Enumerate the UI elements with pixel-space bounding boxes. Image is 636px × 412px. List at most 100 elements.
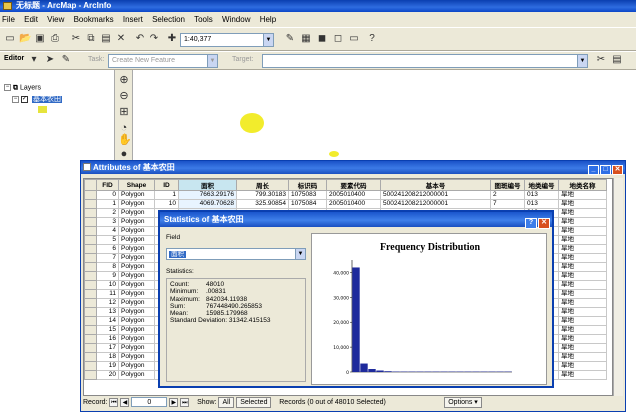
- table-cell[interactable]: 旱地: [558, 307, 607, 317]
- table-cell[interactable]: Polygon: [118, 226, 155, 236]
- table-cell[interactable]: 旱地: [558, 280, 607, 290]
- menu-insert[interactable]: Insert: [123, 15, 143, 24]
- table-cell[interactable]: 9: [96, 271, 119, 281]
- table-cell[interactable]: 旱地: [558, 361, 607, 371]
- close-button[interactable]: ✕: [538, 218, 550, 229]
- chevron-down-icon[interactable]: ▼: [263, 34, 273, 46]
- globe-icon[interactable]: ●: [118, 148, 130, 160]
- toc-layers-row[interactable]: − ⧉ Layers: [4, 84, 41, 92]
- table-cell[interactable]: Polygon: [118, 262, 155, 272]
- column-header[interactable]: 要素代码: [326, 179, 381, 191]
- table-cell[interactable]: Polygon: [118, 316, 155, 326]
- redo-icon[interactable]: ↷: [148, 33, 160, 45]
- row-selector[interactable]: [84, 361, 97, 371]
- last-record-button[interactable]: ⏭: [180, 397, 190, 407]
- table-cell[interactable]: 12: [96, 298, 119, 308]
- next-record-button[interactable]: ▶: [169, 397, 179, 407]
- table-cell[interactable]: Polygon: [118, 235, 155, 245]
- table-cell[interactable]: 旱地: [558, 253, 607, 263]
- row-selector[interactable]: [84, 253, 97, 263]
- row-selector[interactable]: [84, 307, 97, 317]
- command-line-icon[interactable]: ▭: [348, 33, 360, 45]
- split-tool-icon[interactable]: ✂: [595, 54, 607, 66]
- column-header[interactable]: ID: [154, 179, 179, 191]
- edit-tool-icon[interactable]: ➤: [44, 54, 56, 66]
- table-cell[interactable]: 799.30183: [236, 190, 289, 200]
- table-cell[interactable]: 旱地: [558, 370, 607, 380]
- column-header[interactable]: 标识码: [288, 179, 327, 191]
- sketch-tool-icon[interactable]: ✎: [60, 54, 72, 66]
- table-cell[interactable]: 500241208212000001: [380, 190, 491, 200]
- toc-layer-row[interactable]: − ✓ 基本农田: [12, 94, 62, 104]
- vertical-scrollbar[interactable]: [613, 178, 623, 396]
- row-selector[interactable]: [84, 370, 97, 380]
- record-input[interactable]: 0: [131, 397, 168, 408]
- table-cell[interactable]: Polygon: [118, 298, 155, 308]
- fixed-zoom-icon[interactable]: ⊞: [118, 106, 130, 118]
- copy-icon[interactable]: ⧉: [85, 33, 97, 45]
- table-cell[interactable]: Polygon: [118, 190, 155, 200]
- table-cell[interactable]: 11: [96, 289, 119, 299]
- zoom-out-icon[interactable]: ⊖: [118, 90, 130, 102]
- table-cell[interactable]: Polygon: [118, 370, 155, 380]
- editor-menu[interactable]: Editor: [4, 55, 24, 62]
- task-combo[interactable]: Create New Feature ▼: [108, 54, 218, 68]
- table-cell[interactable]: 10: [154, 199, 179, 209]
- menu-selection[interactable]: Selection: [152, 15, 185, 24]
- whats-this-icon[interactable]: ?: [366, 33, 378, 45]
- table-cell[interactable]: 旱地: [558, 217, 607, 227]
- show-all-button[interactable]: All: [218, 396, 235, 408]
- table-cell[interactable]: 3: [96, 217, 119, 227]
- row-selector[interactable]: [84, 262, 97, 272]
- row-selector[interactable]: [84, 298, 97, 308]
- table-cell[interactable]: 1: [154, 190, 179, 200]
- menu-window[interactable]: Window: [222, 15, 250, 24]
- table-cell[interactable]: Polygon: [118, 199, 155, 209]
- table-cell[interactable]: 1: [96, 199, 119, 209]
- editor-toolbar-icon[interactable]: ✎: [284, 33, 296, 45]
- zoom-in-icon[interactable]: ⊕: [118, 74, 130, 86]
- table-cell[interactable]: 013: [524, 199, 559, 209]
- menu-tools[interactable]: Tools: [194, 15, 213, 24]
- new-icon[interactable]: ▭: [4, 33, 16, 45]
- table-cell[interactable]: Polygon: [118, 289, 155, 299]
- target-combo[interactable]: ▼: [262, 54, 588, 68]
- table-cell[interactable]: 旱地: [558, 316, 607, 326]
- save-icon[interactable]: ▣: [34, 33, 46, 45]
- table-cell[interactable]: 7: [96, 253, 119, 263]
- column-header[interactable]: 周长: [236, 179, 289, 191]
- table-cell[interactable]: Polygon: [118, 352, 155, 362]
- prev-record-button[interactable]: ◀: [120, 397, 130, 407]
- table-cell[interactable]: 旱地: [558, 352, 607, 362]
- map-scale-combo[interactable]: 1:40,377 ▼: [180, 33, 274, 47]
- table-cell[interactable]: Polygon: [118, 217, 155, 227]
- table-cell[interactable]: 10: [96, 280, 119, 290]
- table-cell[interactable]: 4069.70628: [178, 199, 237, 209]
- table-cell[interactable]: Polygon: [118, 307, 155, 317]
- column-header[interactable]: 面积: [178, 179, 237, 191]
- attributes-title-bar[interactable]: Attributes of 基本农田 _ □ ✕: [81, 161, 625, 175]
- close-button[interactable]: ✕: [612, 165, 623, 175]
- collapse-icon[interactable]: −: [4, 84, 11, 91]
- table-cell[interactable]: 旱地: [558, 298, 607, 308]
- table-cell[interactable]: Polygon: [118, 343, 155, 353]
- row-selector[interactable]: [84, 235, 97, 245]
- table-cell[interactable]: 19: [96, 361, 119, 371]
- chevron-down-icon[interactable]: ▼: [295, 249, 305, 259]
- arctoolbox-icon[interactable]: ▦: [300, 33, 312, 45]
- paste-icon[interactable]: ▤: [100, 33, 112, 45]
- undo-icon[interactable]: ↶: [134, 33, 146, 45]
- row-selector[interactable]: [84, 244, 97, 254]
- table-cell[interactable]: 14: [96, 316, 119, 326]
- row-selector[interactable]: [84, 190, 97, 200]
- table-cell[interactable]: 17: [96, 343, 119, 353]
- menu-file[interactable]: File: [2, 15, 15, 24]
- table-cell[interactable]: 7: [490, 199, 525, 209]
- arccatalog-icon[interactable]: ◼: [316, 33, 328, 45]
- table-cell[interactable]: 0: [96, 190, 119, 200]
- table-cell[interactable]: 旱地: [558, 244, 607, 254]
- table-cell[interactable]: 7663.29176: [178, 190, 237, 200]
- column-header[interactable]: Shape: [118, 179, 155, 191]
- row-selector[interactable]: [84, 343, 97, 353]
- minimize-button[interactable]: _: [588, 165, 599, 175]
